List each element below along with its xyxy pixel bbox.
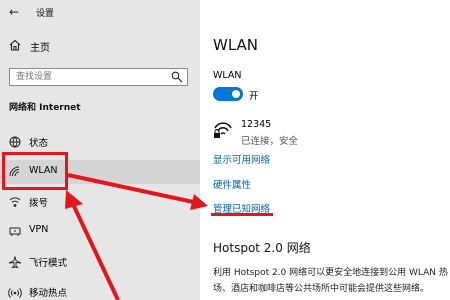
sidebar: ← 设置 主页 网络和 Internet 状态 WLAN <box>0 0 200 300</box>
search-input[interactable] <box>10 69 160 85</box>
sidebar-item-airplane[interactable]: 飞行模式 <box>0 250 200 274</box>
sidebar-item-hotspot[interactable]: 移动热点 <box>0 280 200 300</box>
sidebar-item-label: 飞行模式 <box>29 258 68 269</box>
home-icon <box>9 39 21 51</box>
secured-wifi-icon <box>214 122 232 138</box>
sidebar-item-label: VPN <box>29 224 49 235</box>
toggle-state-text: 开 <box>249 91 259 102</box>
sidebar-item-vpn[interactable]: VPN <box>0 219 200 243</box>
title-bar: ← 设置 <box>0 0 200 24</box>
dialup-icon <box>9 197 21 207</box>
section-title: 网络和 Internet <box>9 103 81 113</box>
sidebar-item-label: 移动热点 <box>29 288 68 299</box>
hotspot-icon <box>8 288 22 298</box>
vpn-icon <box>9 227 21 236</box>
sidebar-item-label: 状态 <box>29 138 49 149</box>
toggle-knob <box>232 90 240 98</box>
back-arrow-icon[interactable]: ← <box>9 5 19 19</box>
sidebar-item-status[interactable]: 状态 <box>0 130 200 154</box>
airplane-icon <box>8 256 22 269</box>
app-title: 设置 <box>36 9 55 19</box>
page-title: WLAN <box>213 36 259 54</box>
home-nav-item[interactable]: 主页 <box>8 38 188 56</box>
sidebar-item-dialup[interactable]: 拨号 <box>0 190 200 214</box>
wlan-toggle[interactable] <box>213 87 243 101</box>
network-status: 已连接，安全 <box>241 136 299 147</box>
wlan-toggle-label: WLAN <box>213 70 242 81</box>
show-available-networks-link[interactable]: 显示可用网络 <box>213 152 270 166</box>
globe-icon <box>9 136 21 148</box>
annotation-underline <box>211 213 273 216</box>
hotspot-section-title: Hotspot 2.0 网络 <box>213 241 311 255</box>
home-label: 主页 <box>30 43 50 54</box>
sidebar-item-label: 拨号 <box>29 198 49 209</box>
annotation-highlight-box <box>2 152 68 190</box>
search-box[interactable] <box>9 68 188 86</box>
search-icon[interactable] <box>171 71 183 83</box>
hardware-properties-link[interactable]: 硬件属性 <box>213 177 251 191</box>
hotspot-description: 利用 Hotspot 2.0 网络可以更安全地连接到公用 WLAN 热场、酒店和… <box>213 268 448 294</box>
network-name[interactable]: 12345 <box>241 119 271 130</box>
